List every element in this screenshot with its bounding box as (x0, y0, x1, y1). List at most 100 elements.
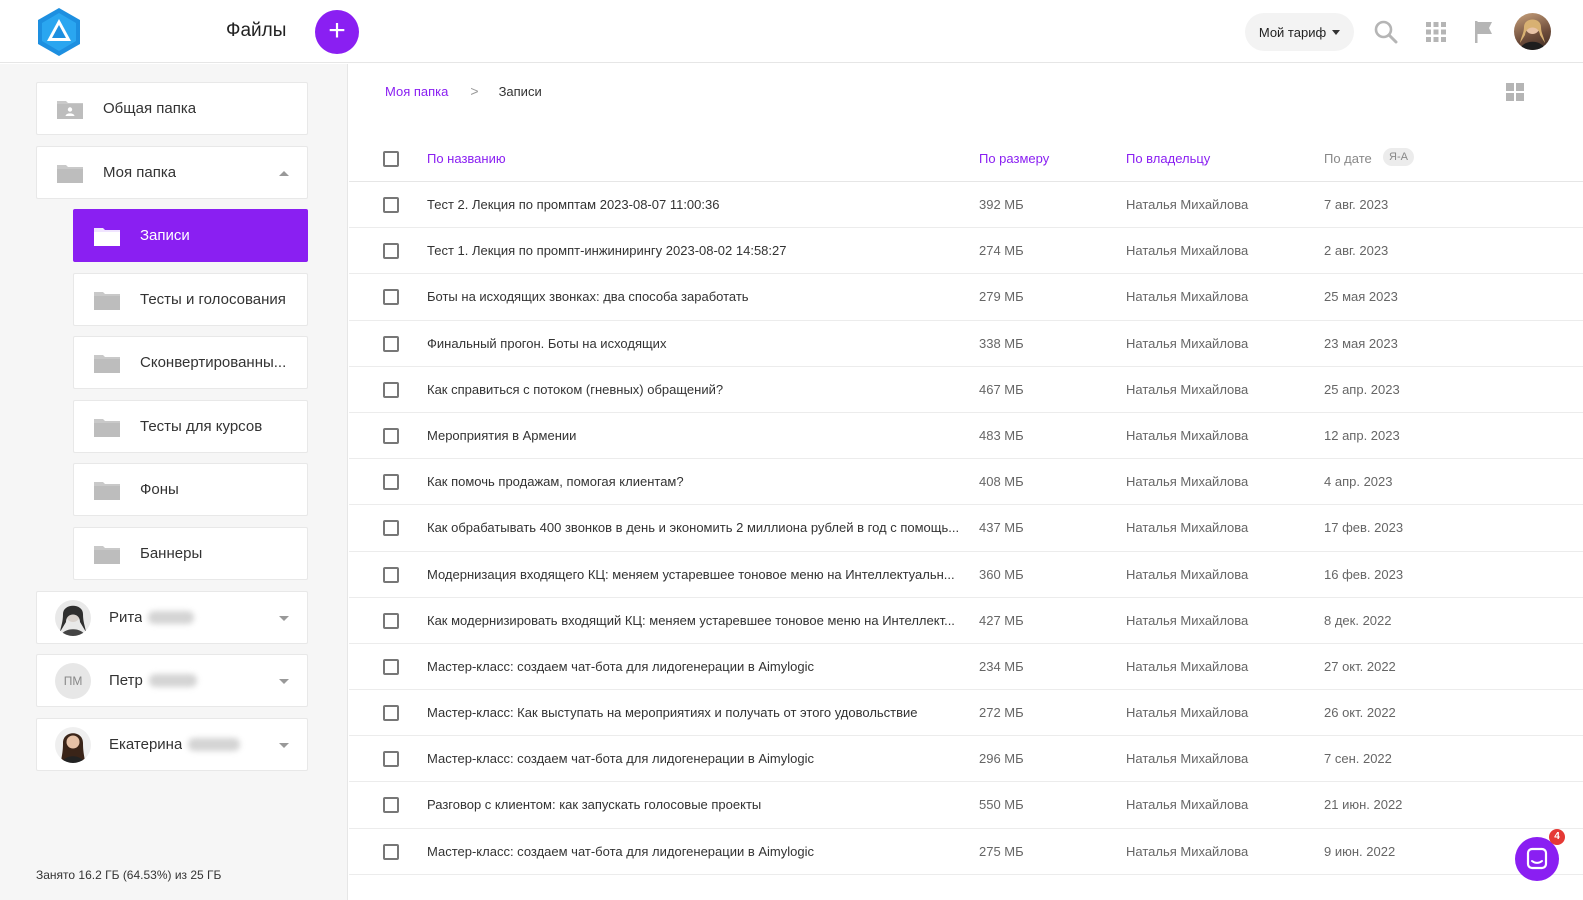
sort-by-size[interactable]: По размеру (979, 151, 1049, 166)
file-name[interactable]: Тест 1. Лекция по промпт-инжинирингу 202… (427, 243, 962, 258)
table-row[interactable]: Мастер-класс: создаем чат-бота для лидог… (349, 644, 1583, 691)
sidebar-item-converted[interactable]: Сконвертированны... (73, 336, 308, 389)
add-button[interactable]: + (315, 10, 359, 54)
sidebar-item-tests-votes[interactable]: Тесты и голосования (73, 273, 308, 326)
row-checkbox[interactable] (383, 612, 399, 629)
table-row[interactable]: Мастер-класс: Как выступать на мероприят… (349, 690, 1583, 737)
file-name[interactable]: Модернизация входящего КЦ: меняем устаре… (427, 567, 962, 582)
file-name[interactable]: Как помочь продажам, помогая клиентам? (427, 474, 962, 489)
plan-label: Мой тариф (1258, 24, 1327, 40)
row-checkbox[interactable] (383, 658, 399, 675)
file-name[interactable]: Мастер-класс: создаем чат-бота для лидог… (427, 751, 962, 766)
file-name[interactable]: Как обрабатывать 400 звонков в день и эк… (427, 520, 962, 535)
file-size: 296 МБ (979, 751, 1024, 767)
row-checkbox[interactable] (383, 566, 399, 583)
sidebar-item-banners[interactable]: Баннеры (73, 527, 308, 580)
file-date: 23 мая 2023 (1324, 335, 1398, 351)
table-row[interactable]: Тест 1. Лекция по промпт-инжинирингу 202… (349, 228, 1583, 275)
sidebar-item-label: Тесты и голосования (140, 291, 286, 308)
folder-icon (94, 354, 120, 373)
sidebar-item-records[interactable]: Записи (73, 209, 308, 262)
row-checkbox[interactable] (383, 843, 399, 860)
file-name[interactable]: Тест 2. Лекция по промптам 2023-08-07 11… (427, 197, 962, 212)
caret-down-icon (1332, 29, 1341, 35)
user-first-name: Рита (109, 609, 143, 626)
table-row[interactable]: Мероприятия в Армении 483 МБ Наталья Михай… (349, 413, 1583, 460)
file-name[interactable]: Мастер-класс: создаем чат-бота для лидог… (427, 659, 962, 674)
sidebar-user-petr[interactable]: ПМ Петр (36, 654, 308, 707)
row-checkbox[interactable] (383, 381, 399, 398)
sidebar-item-shared-folder[interactable]: Общая папка (36, 82, 308, 135)
folder-icon (94, 227, 120, 246)
sort-by-owner[interactable]: По владельцу (1126, 151, 1210, 166)
row-checkbox[interactable] (383, 243, 399, 260)
row-checkbox[interactable] (383, 197, 399, 213)
table-row[interactable]: Боты на исходящих звонках: два способа з… (349, 274, 1583, 321)
table-row[interactable]: Как обрабатывать 400 звонков в день и эк… (349, 505, 1583, 552)
file-name[interactable]: Финальный прогон. Боты на исходящих (427, 336, 962, 351)
select-all-checkbox[interactable] (383, 151, 399, 167)
file-date: 27 окт. 2022 (1324, 658, 1396, 674)
file-name[interactable]: Как справиться с потоком (гневных) обращ… (427, 382, 962, 397)
file-name[interactable]: Мастер-класс: Как выступать на мероприят… (427, 705, 962, 720)
sort-by-date[interactable]: По дате (1324, 151, 1372, 166)
file-name[interactable]: Мастер-класс: создаем чат-бота для лидог… (427, 844, 962, 859)
sidebar: Общая папка Моя папка Записи Тесты и гол… (0, 64, 348, 900)
row-checkbox[interactable] (383, 520, 399, 537)
file-name[interactable]: Как модернизировать входящий КЦ: меняем … (427, 613, 962, 628)
file-date: 2 авг. 2023 (1324, 243, 1389, 259)
table-row[interactable]: Модернизация входящего КЦ: меняем устаре… (349, 552, 1583, 598)
breadcrumb-root[interactable]: Моя папка (385, 84, 448, 99)
table-row[interactable]: Разговор с клиентом: как запускать голос… (349, 782, 1583, 829)
folder-icon (94, 481, 120, 500)
row-checkbox[interactable] (383, 289, 399, 306)
file-size: 467 МБ (979, 381, 1024, 397)
table-row[interactable]: Тест 2. Лекция по промптам 2023-08-07 11… (349, 182, 1583, 229)
row-checkbox[interactable] (383, 335, 399, 352)
file-date: 26 окт. 2022 (1324, 705, 1396, 721)
file-owner: Наталья Михайлова (1126, 243, 1249, 259)
row-checkbox[interactable] (383, 474, 399, 491)
sidebar-user-ekaterina[interactable]: Екатерина (36, 718, 308, 771)
chevron-down-icon[interactable] (279, 743, 289, 748)
file-date: 12 апр. 2023 (1324, 427, 1400, 443)
table-row[interactable]: Как справиться с потоком (гневных) обращ… (349, 367, 1583, 413)
row-checkbox[interactable] (383, 797, 399, 814)
sidebar-item-label: Фоны (140, 481, 179, 498)
chat-notification-badge: 4 (1549, 829, 1565, 845)
file-owner: Наталья Михайлова (1126, 335, 1249, 351)
chevron-down-icon[interactable] (279, 616, 289, 621)
sidebar-item-course-tests[interactable]: Тесты для курсов (73, 400, 308, 453)
file-size: 427 МБ (979, 612, 1024, 628)
app-logo[interactable] (35, 7, 83, 57)
file-date: 25 мая 2023 (1324, 289, 1398, 305)
sort-order-badge[interactable]: Я-А (1383, 148, 1414, 166)
user-avatar[interactable] (1514, 13, 1551, 50)
sidebar-user-rita[interactable]: Рита (36, 591, 308, 644)
file-name[interactable]: Боты на исходящих звонках: два способа з… (427, 289, 962, 304)
table-row[interactable]: Финальный прогон. Боты на исходящих 338 М… (349, 321, 1583, 367)
sort-by-name[interactable]: По названию (427, 151, 506, 166)
search-icon[interactable] (1372, 18, 1400, 46)
file-name[interactable]: Мероприятия в Армении (427, 428, 962, 443)
apps-grid-icon[interactable] (1422, 18, 1450, 46)
row-checkbox[interactable] (383, 427, 399, 444)
table-row[interactable]: Как модернизировать входящий КЦ: меняем … (349, 598, 1583, 644)
file-date: 7 сен. 2022 (1324, 751, 1392, 767)
table-row[interactable]: Мастер-класс: создаем чат-бота для лидог… (349, 736, 1583, 783)
sidebar-item-backgrounds[interactable]: Фоны (73, 463, 308, 516)
grid-view-icon[interactable] (1506, 83, 1524, 101)
chevron-up-icon[interactable] (279, 171, 289, 176)
plan-dropdown[interactable]: Мой тариф (1245, 13, 1354, 51)
file-owner: Наталья Михайлова (1126, 381, 1249, 397)
folder-icon (94, 545, 120, 564)
table-row[interactable]: Мастер-класс: создаем чат-бота для лидог… (349, 829, 1583, 875)
flag-icon[interactable] (1470, 18, 1498, 46)
row-checkbox[interactable] (383, 705, 399, 722)
file-name[interactable]: Разговор с клиентом: как запускать голос… (427, 797, 962, 812)
table-row[interactable]: Как помочь продажам, помогая клиентам? 40… (349, 459, 1583, 506)
file-owner: Наталья Михайлова (1126, 843, 1249, 859)
chevron-down-icon[interactable] (279, 679, 289, 684)
sidebar-item-my-folder[interactable]: Моя папка (36, 146, 308, 199)
row-checkbox[interactable] (383, 751, 399, 768)
